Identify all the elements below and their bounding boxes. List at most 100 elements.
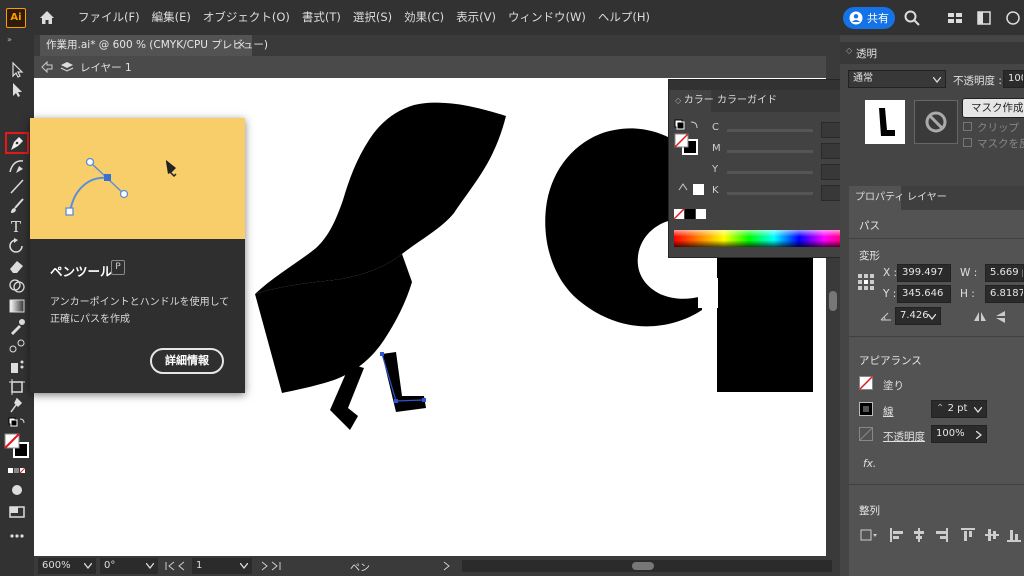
draw-mode-icon[interactable] xyxy=(7,481,27,499)
anchor-point[interactable] xyxy=(422,398,426,402)
menu-file[interactable]: ファイル(F) xyxy=(72,0,146,35)
menu-items: ファイル(F) 編集(E) オブジェクト(O) 書式(T) 選択(S) 効果(C… xyxy=(72,0,656,35)
back-arrow-icon[interactable] xyxy=(40,61,54,73)
stroke-weight-input[interactable]: ⌃ 2 pt xyxy=(931,400,987,418)
shape-builder-tool-icon[interactable] xyxy=(7,277,27,295)
invert-mask-checkbox[interactable] xyxy=(963,138,972,147)
black-slider[interactable] xyxy=(727,192,813,195)
cyan-slider[interactable] xyxy=(727,129,813,132)
menu-edit[interactable]: 編集(E) xyxy=(146,0,197,35)
stroke-swatch-icon[interactable] xyxy=(859,402,873,416)
search-icon[interactable] xyxy=(903,9,921,27)
default-colors-icon[interactable] xyxy=(7,416,27,434)
home-icon[interactable] xyxy=(36,7,58,29)
status-bar: 600% 0° 1 ペン xyxy=(34,556,840,576)
zoom-dropdown[interactable]: 600% xyxy=(38,558,96,574)
reference-point-icon[interactable] xyxy=(858,274,874,290)
angle-input[interactable]: 7.426 xyxy=(895,307,941,325)
screen-mode-icon[interactable] xyxy=(7,503,27,521)
direct-selection-tool-icon[interactable] xyxy=(7,81,27,99)
eraser-tool-icon[interactable] xyxy=(7,257,27,275)
tab-color-guide[interactable]: カラーガイド xyxy=(717,90,777,112)
close-tab-icon[interactable]: × xyxy=(237,35,246,55)
menu-bar: Ai ファイル(F) 編集(E) オブジェクト(O) 書式(T) 選択(S) 効… xyxy=(0,0,1024,35)
panel-drag-bar[interactable]: ‹‹ × xyxy=(669,78,869,90)
learn-more-button[interactable]: 詳細情報 xyxy=(150,348,224,374)
channel-label: Y xyxy=(712,164,719,175)
transparency-panel-header[interactable]: ◇ 透明 xyxy=(840,42,1024,64)
opacity-appearance-label[interactable]: 不透明度 xyxy=(883,429,925,444)
align-section-title: 整列 xyxy=(859,505,880,517)
none-black-white-swatches-icon[interactable] xyxy=(674,209,708,220)
anchor-point[interactable] xyxy=(380,352,384,356)
arrange-documents-icon[interactable] xyxy=(975,9,993,27)
channel-label: C xyxy=(712,122,719,133)
tab-color[interactable]: ◇ カラー xyxy=(669,90,714,112)
scrollbar-thumb[interactable] xyxy=(632,562,654,570)
collapse-icon[interactable]: » xyxy=(7,35,27,43)
properties-tabs: プロパティ レイヤー xyxy=(849,186,1024,210)
fill-stroke-selector-icon[interactable] xyxy=(673,118,707,198)
right-leg-path[interactable] xyxy=(382,352,426,412)
scrollbar-thumb[interactable] xyxy=(829,291,837,311)
more-tools-icon[interactable] xyxy=(7,527,27,545)
opacity-input[interactable]: 100 xyxy=(1003,70,1024,88)
opacity-appearance-input[interactable]: 100% xyxy=(931,425,987,443)
tab-properties[interactable]: プロパティ xyxy=(849,186,904,210)
color-mode-icon[interactable] xyxy=(7,463,27,481)
artboard-next-icon[interactable] xyxy=(256,561,282,571)
status-menu-arrow-icon[interactable] xyxy=(442,561,452,571)
transparency-panel-title: 透明 xyxy=(856,48,877,60)
pushpin-icon[interactable] xyxy=(7,397,27,415)
blend-mode-dropdown[interactable]: 通常 xyxy=(848,70,946,88)
artboard-number-dropdown[interactable]: 1 xyxy=(192,558,252,574)
properties-panel: プロパティ レイヤー パス 変形 X : 399.497 W : 5.669 p… xyxy=(849,186,1024,576)
tab-layers[interactable]: レイヤー xyxy=(907,186,947,210)
anchor-point[interactable] xyxy=(394,399,398,403)
rotation-dropdown[interactable]: 0° xyxy=(100,558,158,574)
rotate-tool-icon[interactable] xyxy=(7,237,27,255)
menu-effect[interactable]: 効果(C) xyxy=(398,0,450,35)
make-mask-button[interactable]: マスク作成 xyxy=(962,98,1024,118)
h-input[interactable]: 6.8187 p xyxy=(985,285,1024,303)
menu-view[interactable]: 表示(V) xyxy=(450,0,502,35)
horizontal-scrollbar[interactable] xyxy=(462,560,832,572)
document-tab[interactable]: 作業用.ai* @ 600 % (CMYK/CPU プレビュー) × xyxy=(40,35,268,56)
yellow-slider[interactable] xyxy=(727,171,813,174)
symbol-sprayer-tool-icon[interactable] xyxy=(7,357,27,375)
y-input[interactable]: 345.646 xyxy=(897,285,951,303)
document-tab-title: 作業用.ai* @ 600 % (CMYK/CPU プレビュー) xyxy=(46,39,268,51)
fill-swatch-icon[interactable] xyxy=(859,376,873,390)
flip-horizontal-icon[interactable] xyxy=(973,311,987,323)
search-help-icon[interactable] xyxy=(1004,9,1022,27)
menu-type[interactable]: 書式(T) xyxy=(296,0,347,35)
align-buttons-icon[interactable] xyxy=(859,527,1021,543)
clip-checkbox[interactable] xyxy=(963,122,972,131)
menu-help[interactable]: ヘルプ(H) xyxy=(592,0,656,35)
blend-tool-icon[interactable] xyxy=(7,337,27,355)
stroke-label[interactable]: 線 xyxy=(883,404,894,419)
curvature-tool-icon[interactable] xyxy=(7,157,27,175)
menu-object[interactable]: オブジェクト(O) xyxy=(197,0,296,35)
magenta-slider[interactable] xyxy=(727,150,813,153)
flip-vertical-icon[interactable] xyxy=(995,310,1007,324)
s-shape-path[interactable] xyxy=(255,102,506,294)
w-input[interactable]: 5.669 px xyxy=(985,264,1024,282)
artboard-tool-icon[interactable] xyxy=(7,377,27,395)
menu-select[interactable]: 選択(S) xyxy=(347,0,398,35)
paintbrush-tool-icon[interactable] xyxy=(7,197,27,215)
fill-stroke-swatch-icon[interactable] xyxy=(4,433,30,459)
x-input[interactable]: 399.497 xyxy=(897,264,951,282)
eyedropper-tool-icon[interactable] xyxy=(7,317,27,335)
type-tool-icon[interactable]: T xyxy=(7,217,27,235)
selection-tool-icon[interactable] xyxy=(7,61,27,79)
fx-icon[interactable]: fx. xyxy=(863,458,876,470)
pen-tool-icon[interactable] xyxy=(7,134,27,152)
artboard-prev-icon[interactable] xyxy=(164,561,190,571)
line-tool-icon[interactable] xyxy=(7,177,27,195)
menu-window[interactable]: ウィンドウ(W) xyxy=(502,0,592,35)
share-button[interactable]: 共有 xyxy=(843,7,895,29)
w-label: W : xyxy=(960,267,978,279)
gradient-tool-icon[interactable] xyxy=(7,297,27,315)
workspace-grid-icon[interactable] xyxy=(946,9,964,27)
